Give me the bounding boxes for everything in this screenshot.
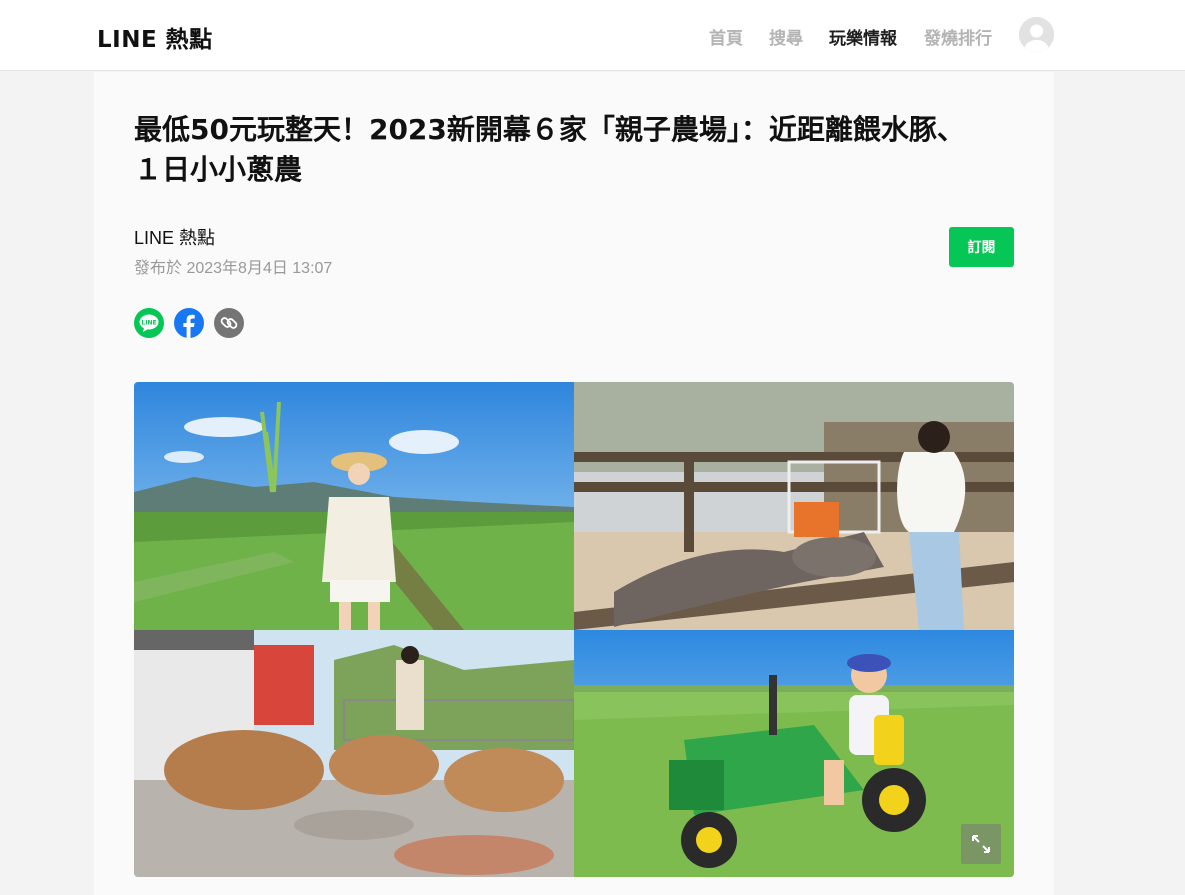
nav-search[interactable]: 搜尋	[769, 24, 803, 49]
copy-link-button[interactable]	[214, 308, 244, 338]
nav-play-info[interactable]: 玩樂情報	[829, 24, 897, 49]
expand-image-button[interactable]	[961, 824, 1001, 864]
link-icon	[220, 317, 238, 329]
photo-capybaras	[134, 630, 574, 877]
line-icon: LINE	[139, 314, 159, 332]
nav-trending[interactable]: 發燒排行	[924, 24, 992, 49]
photo-onion-field	[134, 382, 574, 630]
article-container: 最低50元玩整天！2023新開幕６家「親子農場」：近距離餵水豚、１日小小蔥農 L…	[94, 72, 1054, 895]
share-line-button[interactable]: LINE	[134, 308, 164, 338]
article-title: 最低50元玩整天！2023新開幕６家「親子農場」：近距離餵水豚、１日小小蔥農	[134, 113, 965, 186]
hero-image-collage[interactable]	[134, 382, 1014, 877]
top-navbar: LINE 熱點 首頁 搜尋 玩樂情報 發燒排行	[0, 0, 1185, 71]
expand-icon	[972, 835, 990, 853]
svg-text:LINE: LINE	[141, 320, 156, 327]
article-author[interactable]: LINE 熱點	[134, 224, 215, 250]
subscribe-button[interactable]: 訂閱	[949, 227, 1014, 267]
nav-home[interactable]: 首頁	[709, 24, 743, 49]
photo-tractor	[574, 630, 1014, 877]
user-icon	[1019, 17, 1054, 52]
facebook-icon	[183, 314, 195, 338]
share-facebook-button[interactable]	[174, 308, 204, 338]
article-date: 發布於 2023年8月4日 13:07	[134, 260, 333, 277]
avatar[interactable]	[1019, 17, 1054, 52]
photo-donkeys	[574, 382, 1014, 630]
site-logo[interactable]: LINE 熱點	[97, 20, 213, 54]
